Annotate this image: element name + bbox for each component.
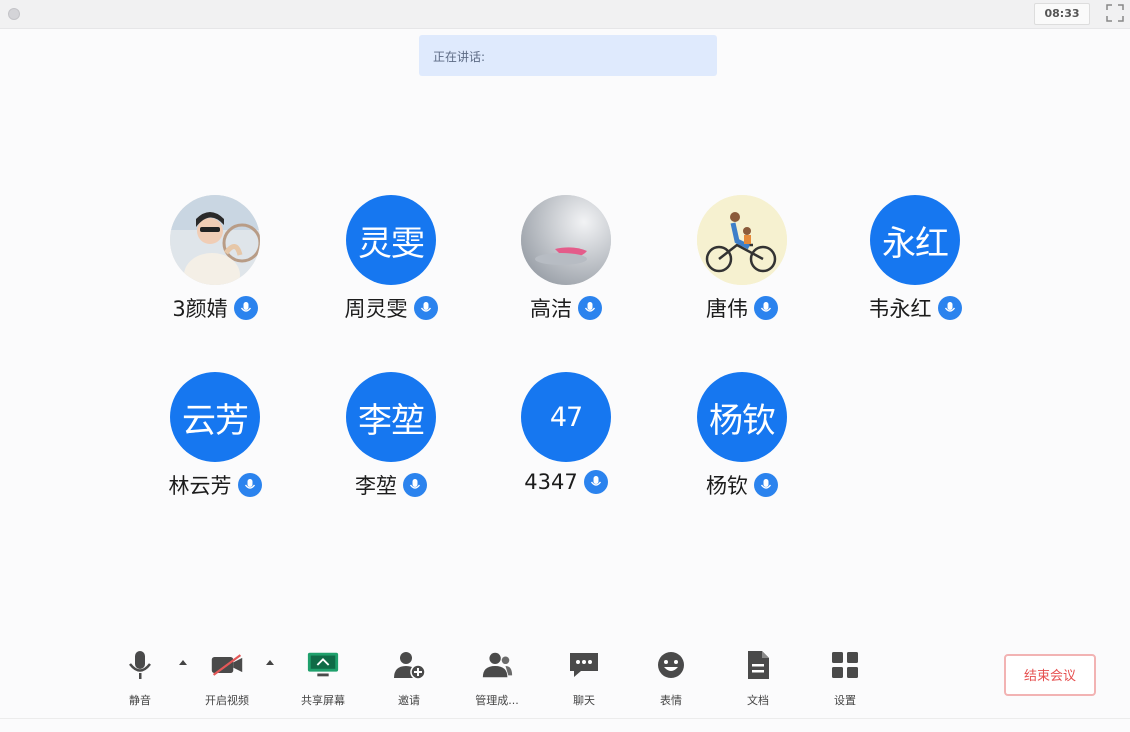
share-screen-button[interactable]: 共享屏幕 [291, 648, 355, 710]
invite-label: 邀请 [398, 694, 420, 707]
participant-name-row: 唐伟 [652, 293, 832, 323]
avatar: 灵雯 [346, 195, 436, 285]
participant-name: 3颜婧 [172, 297, 228, 321]
participant-name-row: 林云芳 [125, 470, 305, 500]
manage-members-button[interactable]: 管理成... [465, 648, 529, 710]
participant-name: 李堃 [355, 474, 397, 498]
documents-button[interactable]: 文档 [726, 648, 790, 710]
invite-button[interactable]: 邀请 [377, 648, 441, 710]
mic-status-icon [937, 296, 962, 320]
participant-name: 杨钦 [706, 474, 748, 498]
participant-name-row: 韦永红 [825, 293, 1005, 323]
settings-icon [828, 648, 862, 682]
mic-status-icon [754, 296, 778, 320]
camera-off-icon [210, 648, 244, 682]
reactions-label: 表情 [660, 694, 682, 707]
meeting-toolbar: 静音 开启视频 共享屏幕 邀请 管理成... 聊天 表情 文档 设置 [0, 640, 1130, 720]
participant-tile[interactable]: 高洁 [476, 195, 656, 335]
share-screen-icon [306, 648, 340, 682]
documents-label: 文档 [747, 694, 769, 707]
end-meeting-button[interactable]: 结束会议 [1004, 654, 1096, 696]
avatar: 杨钦 [697, 372, 787, 462]
participant-tile[interactable]: 永红 韦永红 [825, 195, 1005, 335]
mic-status-icon [233, 296, 258, 320]
participant-tile[interactable]: 47 4347 [476, 372, 656, 512]
share-screen-label: 共享屏幕 [301, 694, 345, 707]
reactions-button[interactable]: 表情 [639, 648, 703, 710]
avatar: 47 [521, 372, 611, 462]
avatar-photo [521, 195, 611, 285]
divider [0, 718, 1130, 719]
camera-options-caret[interactable] [266, 660, 274, 665]
settings-label: 设置 [834, 694, 856, 707]
camera-button[interactable]: 开启视频 [195, 648, 259, 710]
participant-name-row: 李堃 [301, 470, 481, 500]
mute-label: 静音 [129, 694, 151, 707]
participant-name: 韦永红 [868, 297, 932, 321]
mute-options-caret[interactable] [179, 660, 187, 665]
participant-name: 唐伟 [706, 297, 748, 321]
emoji-icon [654, 648, 688, 682]
chat-icon [567, 648, 601, 682]
settings-button[interactable]: 设置 [813, 648, 877, 710]
participant-name-row: 4347 [476, 470, 656, 494]
mic-icon [123, 648, 157, 682]
participant-name-row: 周灵雯 [301, 293, 481, 323]
chat-label: 聊天 [573, 694, 595, 707]
participant-name-row: 3颜婧 [125, 293, 305, 323]
participant-name-row: 高洁 [476, 293, 656, 323]
mic-status-icon [413, 296, 438, 320]
participant-tile[interactable]: 李堃 李堃 [301, 372, 481, 512]
mic-status-icon [754, 473, 778, 497]
manage-members-label: 管理成... [475, 694, 519, 707]
participant-name: 林云芳 [168, 474, 232, 498]
document-icon [741, 648, 775, 682]
participant-tile[interactable]: 云芳 林云芳 [125, 372, 305, 512]
mic-status-icon [403, 473, 427, 497]
avatar: 云芳 [170, 372, 260, 462]
mic-status-icon [578, 296, 602, 320]
mic-status-icon [237, 473, 262, 497]
participant-name-row: 杨钦 [652, 470, 832, 500]
chat-button[interactable]: 聊天 [552, 648, 616, 710]
participant-tile[interactable]: 3颜婧 [125, 195, 305, 335]
participant-tile[interactable]: 杨钦 杨钦 [652, 372, 832, 512]
mic-status-icon [583, 470, 608, 494]
participant-grid: 3颜婧 灵雯 周灵雯 高洁 唐伟 永红 韦永红 云芳 林云芳 李堃 李堃 47 … [0, 0, 1130, 560]
camera-label: 开启视频 [205, 694, 249, 707]
mute-button[interactable]: 静音 [108, 648, 172, 710]
participant-tile[interactable]: 唐伟 [652, 195, 832, 335]
manage-members-icon [480, 648, 514, 682]
avatar-photo [170, 195, 260, 285]
avatar-photo [697, 195, 787, 285]
participant-name: 4347 [524, 470, 578, 494]
avatar: 永红 [870, 195, 960, 285]
participant-name: 高洁 [530, 297, 572, 321]
avatar: 李堃 [346, 372, 436, 462]
participant-name: 周灵雯 [344, 297, 408, 321]
participant-tile[interactable]: 灵雯 周灵雯 [301, 195, 481, 335]
invite-icon [392, 648, 426, 682]
